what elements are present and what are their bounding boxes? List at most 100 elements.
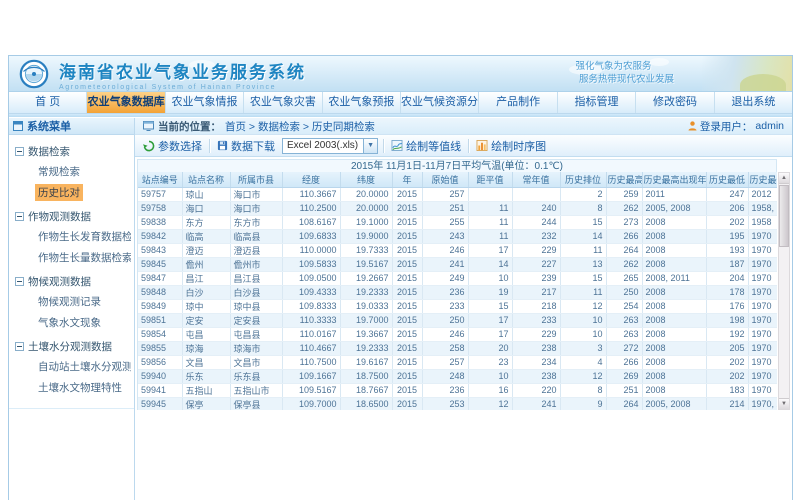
chevron-down-icon[interactable]: ▼ (363, 139, 377, 153)
table-cell: 20.0000 (340, 187, 392, 201)
isoline-chart-icon (391, 140, 403, 151)
table-cell: 109.5833 (282, 257, 340, 271)
table-cell: 18.7500 (340, 369, 392, 383)
table-cell: 保亭 (182, 397, 230, 410)
collapse-icon[interactable] (15, 277, 24, 286)
table-cell: 110.2500 (282, 201, 340, 215)
table-cell: 263 (606, 327, 642, 341)
table-cell: 澄迈县 (230, 243, 282, 257)
tree-item[interactable]: 气象水文现象 (35, 314, 104, 331)
tree-item[interactable]: 自动站土壤水分观测 (35, 358, 131, 375)
nav-tab-5[interactable]: 农业气候资源分析 (401, 92, 479, 113)
nav-tab-9[interactable]: 退出系统 (715, 92, 792, 113)
tree-group[interactable]: 作物观测数据 (11, 209, 132, 224)
table-cell: 19.2333 (340, 341, 392, 355)
tree-group[interactable]: 数据检索 (11, 144, 132, 159)
table-cell: 4 (560, 355, 606, 369)
table-cell: 海口市 (230, 201, 282, 215)
table-cell: 19.9000 (340, 229, 392, 243)
table-cell: 59855 (138, 341, 182, 355)
table-cell: 250 (606, 285, 642, 299)
nav-tab-2[interactable]: 农业气象情报 (166, 92, 244, 113)
table-cell: 109.5167 (282, 383, 340, 397)
table-cell: 五指山市 (230, 383, 282, 397)
table-cell: 1970 (748, 313, 777, 327)
draw-timeseries-button[interactable]: 绘制时序图 (474, 138, 548, 154)
nav-tab-3[interactable]: 农业气象灾害 (244, 92, 322, 113)
table-cell: 定安 (182, 313, 230, 327)
table-cell: 屯昌县 (230, 327, 282, 341)
scroll-down-arrow[interactable]: ▼ (779, 398, 789, 409)
main-panel: 当前的位置： 首页 > 数据检索 > 历史同期检索 登录用户：admin (135, 118, 792, 500)
table-cell: 2008 (642, 229, 706, 243)
scrollbar-thumb[interactable] (779, 185, 789, 247)
param-select-button[interactable]: 参数选择 (141, 138, 204, 154)
table-cell: 2015 (392, 369, 422, 383)
table-cell: 108.6167 (282, 215, 340, 229)
table-cell: 246 (422, 243, 468, 257)
nav-tab-1[interactable]: 农业气象数据库 (87, 92, 165, 113)
table-cell: 2008 (642, 369, 706, 383)
tree-item[interactable]: 作物生长发育数据检索 (35, 228, 131, 245)
table-cell: 2008 (642, 285, 706, 299)
tree-group[interactable]: 土壤水分观测数据 (11, 339, 132, 354)
collapse-icon[interactable] (15, 342, 24, 351)
table-cell: 东方市 (230, 215, 282, 229)
table-cell: 110.3333 (282, 313, 340, 327)
table-cell: 乐东 (182, 369, 230, 383)
table-cell: 227 (512, 257, 560, 271)
export-format-select[interactable]: Excel 2003(.xls) ▼ (282, 138, 378, 154)
nav-tab-7[interactable]: 指标管理 (558, 92, 636, 113)
table-cell: 19.2333 (340, 285, 392, 299)
table-cell: 8 (560, 201, 606, 215)
draw-isoline-button[interactable]: 绘制等值线 (389, 138, 463, 154)
table-cell: 264 (606, 397, 642, 410)
table-cell: 233 (422, 299, 468, 313)
table-cell: 2015 (392, 201, 422, 215)
tree-item[interactable]: 物候观测记录 (35, 293, 104, 310)
table-cell: 110.4667 (282, 341, 340, 355)
toolbar-separator (209, 139, 210, 153)
nav-tab-4[interactable]: 农业气象预报 (323, 92, 401, 113)
data-download-button[interactable]: 数据下载 (215, 138, 277, 154)
collapse-icon[interactable] (15, 212, 24, 221)
table-cell: 59851 (138, 313, 182, 327)
table-cell: 12 (560, 299, 606, 313)
table-cell: 251 (422, 201, 468, 215)
nav-tab-8[interactable]: 修改密码 (636, 92, 714, 113)
nav-bar: 首 页农业气象数据库农业气象情报农业气象灾害农业气象预报农业气候资源分析产品制作… (9, 92, 792, 114)
vertical-scrollbar[interactable]: ▲ ▼ (778, 172, 790, 410)
table-cell: 19.7333 (340, 243, 392, 257)
column-header: 历史最低出现年份 (748, 172, 777, 187)
table-cell: 202 (706, 369, 748, 383)
table-cell: 59856 (138, 355, 182, 369)
nav-tab-0[interactable]: 首 页 (9, 92, 87, 113)
tree-group[interactable]: 物候观测数据 (11, 274, 132, 289)
table-cell: 11 (560, 243, 606, 257)
table-cell: 246 (422, 327, 468, 341)
tree-item[interactable]: 历史比对 (35, 184, 83, 201)
scroll-up-arrow[interactable]: ▲ (779, 173, 789, 184)
banner-slogan: 强化气象为农服务 服务热带现代农业发展 (553, 60, 674, 86)
table-cell: 18.7667 (340, 383, 392, 397)
tree-item[interactable]: 作物生长量数据检索 (35, 249, 131, 266)
breadcrumb[interactable]: 首页 > 数据检索 > 历史同期检索 (225, 119, 375, 134)
collapse-icon[interactable] (15, 147, 24, 156)
tree-item[interactable]: 土壤水文物理特性 (35, 379, 125, 396)
table-cell: 176 (706, 299, 748, 313)
table-cell: 59849 (138, 299, 182, 313)
table-cell: 266 (606, 229, 642, 243)
tree-item[interactable]: 常规检索 (35, 163, 83, 180)
nav-tab-6[interactable]: 产品制作 (479, 92, 557, 113)
app-title: 海南省农业气象业务服务系统 (59, 58, 306, 83)
table-cell: 1958, 1970 (748, 201, 777, 215)
table-cell: 9 (560, 397, 606, 410)
table-cell: 20.0000 (340, 201, 392, 215)
table-cell: 214 (706, 397, 748, 410)
table-cell: 2015 (392, 257, 422, 271)
table-cell: 定安县 (230, 313, 282, 327)
table-cell: 59843 (138, 243, 182, 257)
table-body: 59757琼山海口市110.366720.0000201525722592011… (138, 187, 777, 410)
save-disk-icon (217, 140, 228, 151)
export-format-value: Excel 2003(.xls) (287, 140, 358, 151)
